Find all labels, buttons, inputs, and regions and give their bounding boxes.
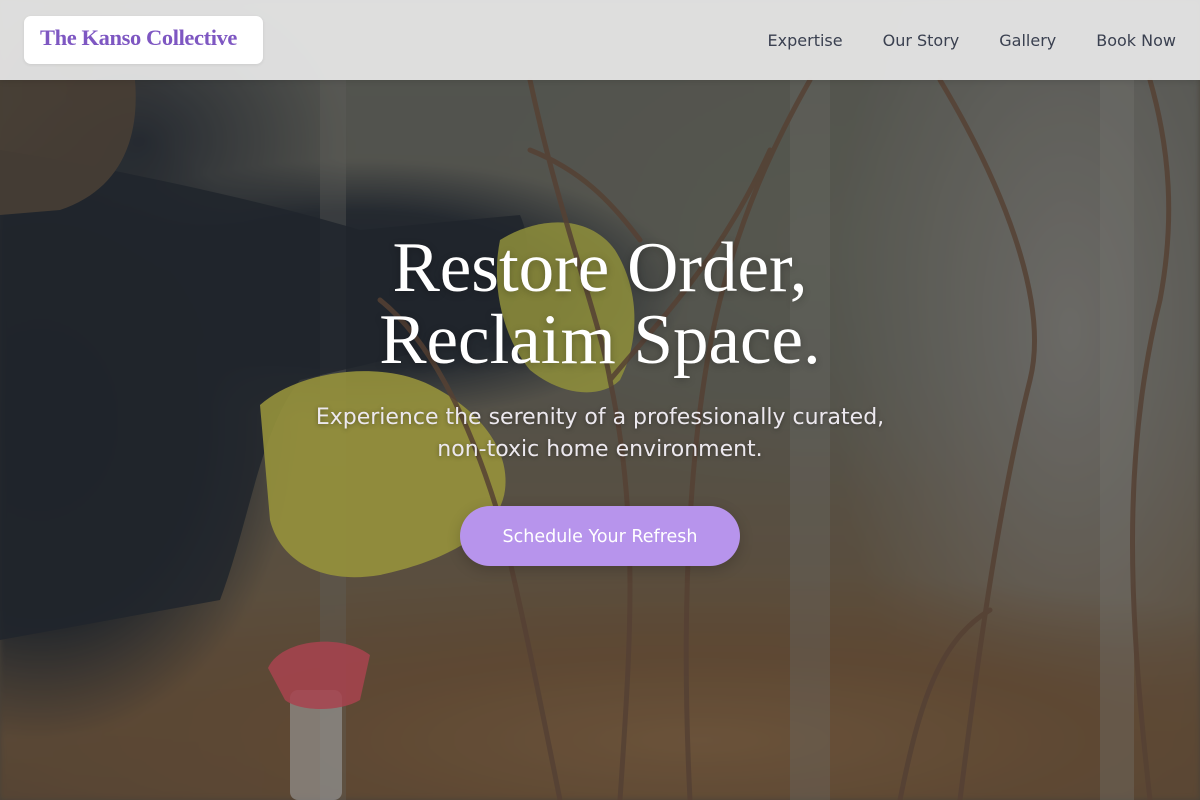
logo-container[interactable]: The Kanso Collective xyxy=(24,16,263,64)
hero-subtitle-line: non-toxic home environment. xyxy=(437,437,763,462)
schedule-refresh-button[interactable]: Schedule Your Refresh xyxy=(460,506,740,566)
main-nav: Expertise Our Story Gallery Book Now xyxy=(768,28,1176,52)
hero-subtitle-line: Experience the serenity of a professiona… xyxy=(315,405,885,430)
hero-headline: Restore Order, Reclaim Space. xyxy=(220,232,980,376)
hero-section: Restore Order, Reclaim Space. Experience… xyxy=(0,232,1200,566)
nav-link-our-story[interactable]: Our Story xyxy=(883,31,960,50)
nav-link-expertise[interactable]: Expertise xyxy=(768,31,843,50)
nav-link-gallery[interactable]: Gallery xyxy=(999,31,1056,50)
nav-link-book-now[interactable]: Book Now xyxy=(1096,31,1176,50)
landing-page: The Kanso Collective Expertise Our Story… xyxy=(0,0,1200,800)
hero-subtitle: Experience the serenity of a professiona… xyxy=(240,402,960,466)
brand-logo-text[interactable]: The Kanso Collective xyxy=(40,25,237,51)
site-header: The Kanso Collective Expertise Our Story… xyxy=(0,0,1200,80)
hero-headline-line: Reclaim Space. xyxy=(379,301,821,379)
hero-headline-line: Restore Order, xyxy=(392,229,808,307)
